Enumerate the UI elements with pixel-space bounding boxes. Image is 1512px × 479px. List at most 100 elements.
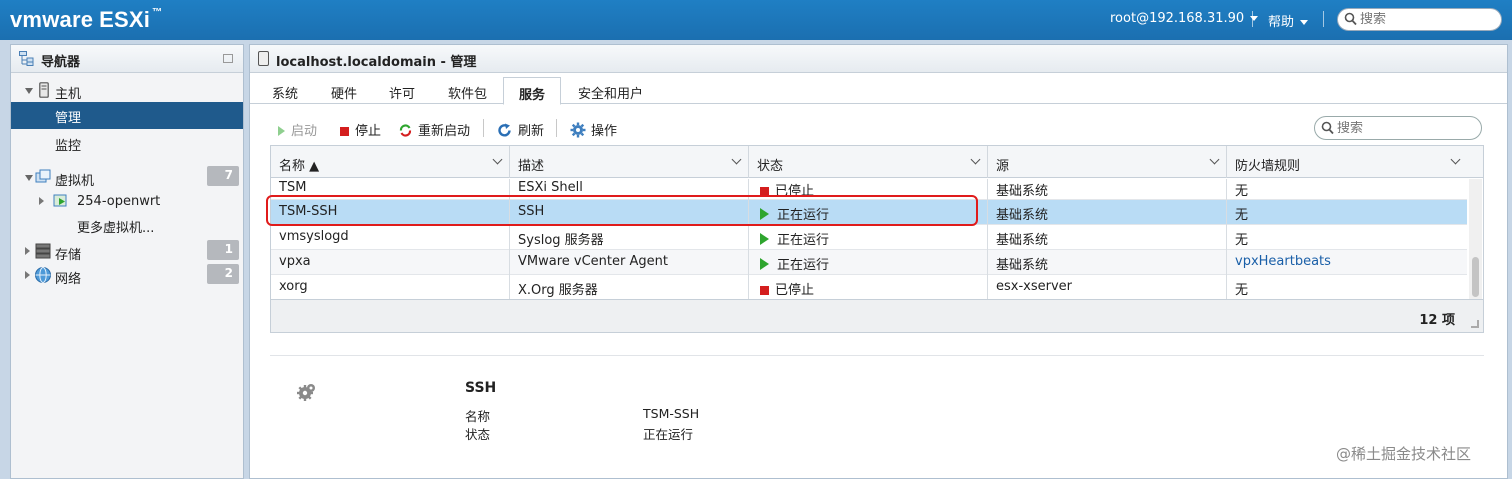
table-row[interactable]: vmsyslogd Syslog 服务器 正在运行 基础系统 无	[271, 225, 1467, 250]
host-server-icon	[39, 82, 49, 98]
column-header-status[interactable]: 状态	[749, 146, 988, 178]
grid-header: 名称 ▲ 描述 状态 源 防火墙规则	[271, 146, 1483, 178]
column-label: 描述	[518, 159, 545, 174]
network-count-badge: 2	[207, 264, 239, 284]
running-icon	[760, 208, 769, 220]
cell-source: esx-xserver	[988, 275, 1227, 300]
collapse-arrow-icon[interactable]	[25, 88, 33, 94]
vm-count-badge: 7	[207, 166, 239, 186]
cell-source: 基础系统	[988, 225, 1227, 250]
tab-license[interactable]: 许可	[389, 83, 415, 102]
nav-item-network[interactable]: 网络 2	[11, 264, 243, 288]
tab-services[interactable]: 服务	[503, 77, 562, 105]
chevron-down-icon[interactable]	[970, 154, 981, 165]
cell-firewall: 无	[1235, 233, 1249, 248]
stopped-icon	[760, 187, 769, 196]
minimize-icon[interactable]	[223, 54, 233, 63]
chevron-down-icon[interactable]	[731, 154, 742, 165]
restart-button[interactable]: 重新启动	[399, 120, 470, 139]
chevron-down-icon[interactable]	[492, 154, 503, 165]
column-header-name[interactable]: 名称 ▲	[271, 146, 510, 178]
grid-scrollbar[interactable]	[1469, 179, 1482, 299]
tab-system[interactable]: 系统	[272, 83, 298, 102]
cell-name: vpxa	[271, 250, 510, 275]
status-text: 正在运行	[777, 258, 830, 273]
column-label: 防火墙规则	[1235, 159, 1301, 174]
details-name-label: 名称	[465, 409, 491, 424]
nav-item-vm-254-openwrt[interactable]: 254-openwrt	[11, 190, 243, 214]
table-row[interactable]: vpxa VMware vCenter Agent 正在运行 基础系统 vpxH…	[271, 250, 1467, 275]
nav-item-label: 更多虚拟机...	[77, 221, 155, 236]
tab-hardware[interactable]: 硬件	[331, 83, 357, 102]
expand-arrow-icon[interactable]	[25, 271, 30, 279]
collapse-arrow-icon[interactable]	[25, 175, 33, 181]
cell-source: 基础系统	[988, 179, 1227, 200]
nav-item-manage[interactable]: 管理	[11, 102, 243, 129]
column-header-source[interactable]: 源	[988, 146, 1227, 178]
user-menu[interactable]: root@192.168.31.90	[1110, 11, 1259, 26]
status-text: 正在运行	[777, 233, 830, 248]
details-title: SSH	[465, 380, 497, 396]
services-grid: 名称 ▲ 描述 状态 源 防火墙规则 TSM ESXi Shell 已停止 基础…	[270, 145, 1484, 333]
nav-item-more-vms[interactable]: 更多虚拟机...	[11, 213, 243, 237]
nav-item-vms[interactable]: 虚拟机 7	[11, 166, 243, 190]
logo-product: ESXi	[99, 7, 151, 32]
cell-status: 正在运行	[749, 200, 988, 225]
nav-item-label: 254-openwrt	[77, 194, 161, 209]
chevron-down-icon[interactable]	[1450, 154, 1461, 165]
services-search-input[interactable]	[1337, 121, 1475, 136]
cell-name: TSM	[271, 179, 510, 200]
column-label: 状态	[757, 159, 784, 174]
nav-item-host[interactable]: 主机	[11, 79, 243, 103]
cell-description: ESXi Shell	[510, 179, 749, 200]
virtual-machines-icon	[35, 169, 51, 183]
chevron-down-icon[interactable]	[1209, 154, 1220, 165]
top-header: vmware ESXi ™ root@192.168.31.90 帮助	[0, 0, 1512, 40]
stop-label: 停止	[355, 124, 382, 139]
actions-button[interactable]: 操作	[570, 120, 617, 139]
header-search-input[interactable]	[1360, 12, 1495, 27]
tab-security-users[interactable]: 安全和用户	[578, 83, 643, 102]
cell-status: 已停止	[749, 275, 988, 300]
details-name-value: TSM-SSH	[643, 406, 700, 421]
help-menu[interactable]: 帮助	[1268, 11, 1309, 30]
restart-icon	[399, 124, 412, 137]
scrollbar-thumb[interactable]	[1472, 257, 1479, 297]
expand-arrow-icon[interactable]	[39, 197, 44, 205]
table-row[interactable]: TSM-SSH SSH 正在运行 基础系统 无	[271, 200, 1467, 225]
table-row[interactable]: TSM ESXi Shell 已停止 基础系统 无	[271, 179, 1467, 200]
table-row[interactable]: xorg X.Org 服务器 已停止 esx-xserver 无	[271, 275, 1467, 300]
cell-source: 基础系统	[988, 200, 1227, 225]
expand-arrow-icon[interactable]	[25, 247, 30, 255]
vm-running-icon	[53, 194, 67, 207]
navigator-panel: 导航器 主机 管理 监控 虚拟机 7 254-openwrt 更多虚拟机... …	[10, 44, 244, 479]
stop-button[interactable]: 停止	[340, 120, 381, 139]
nav-item-label: 管理	[55, 111, 82, 126]
nav-item-storage[interactable]: 存储 1	[11, 240, 243, 264]
status-text: 已停止	[775, 184, 815, 199]
watermark-text: @稀土掘金技术社区	[1336, 445, 1472, 463]
restart-label: 重新启动	[418, 124, 471, 139]
network-globe-icon	[35, 267, 51, 283]
cell-description: SSH	[510, 200, 749, 225]
services-search[interactable]	[1314, 116, 1482, 140]
panel-header: localhost.localdomain - 管理	[250, 45, 1507, 73]
cell-description: X.Org 服务器	[510, 275, 749, 300]
cell-firewall-link[interactable]: vpxHeartbeats	[1227, 250, 1467, 275]
column-header-description[interactable]: 描述	[510, 146, 749, 178]
header-search[interactable]	[1337, 8, 1502, 31]
refresh-icon	[498, 123, 511, 137]
actions-label: 操作	[591, 124, 618, 139]
refresh-button[interactable]: 刷新	[497, 120, 544, 139]
start-button[interactable]: 启动	[278, 120, 317, 139]
vmware-esxi-logo: vmware ESXi ™	[10, 7, 162, 33]
column-header-firewall[interactable]: 防火墙规则	[1227, 146, 1467, 178]
cell-source: 基础系统	[988, 250, 1227, 275]
resize-grip-icon[interactable]	[1471, 320, 1479, 328]
nav-item-label: 存储	[55, 248, 82, 263]
logo-tm: ™	[152, 7, 163, 18]
nav-item-monitor[interactable]: 监控	[11, 131, 243, 155]
header-divider	[1323, 11, 1324, 27]
tab-packages[interactable]: 软件包	[448, 83, 487, 102]
details-status-label: 状态	[465, 427, 491, 442]
